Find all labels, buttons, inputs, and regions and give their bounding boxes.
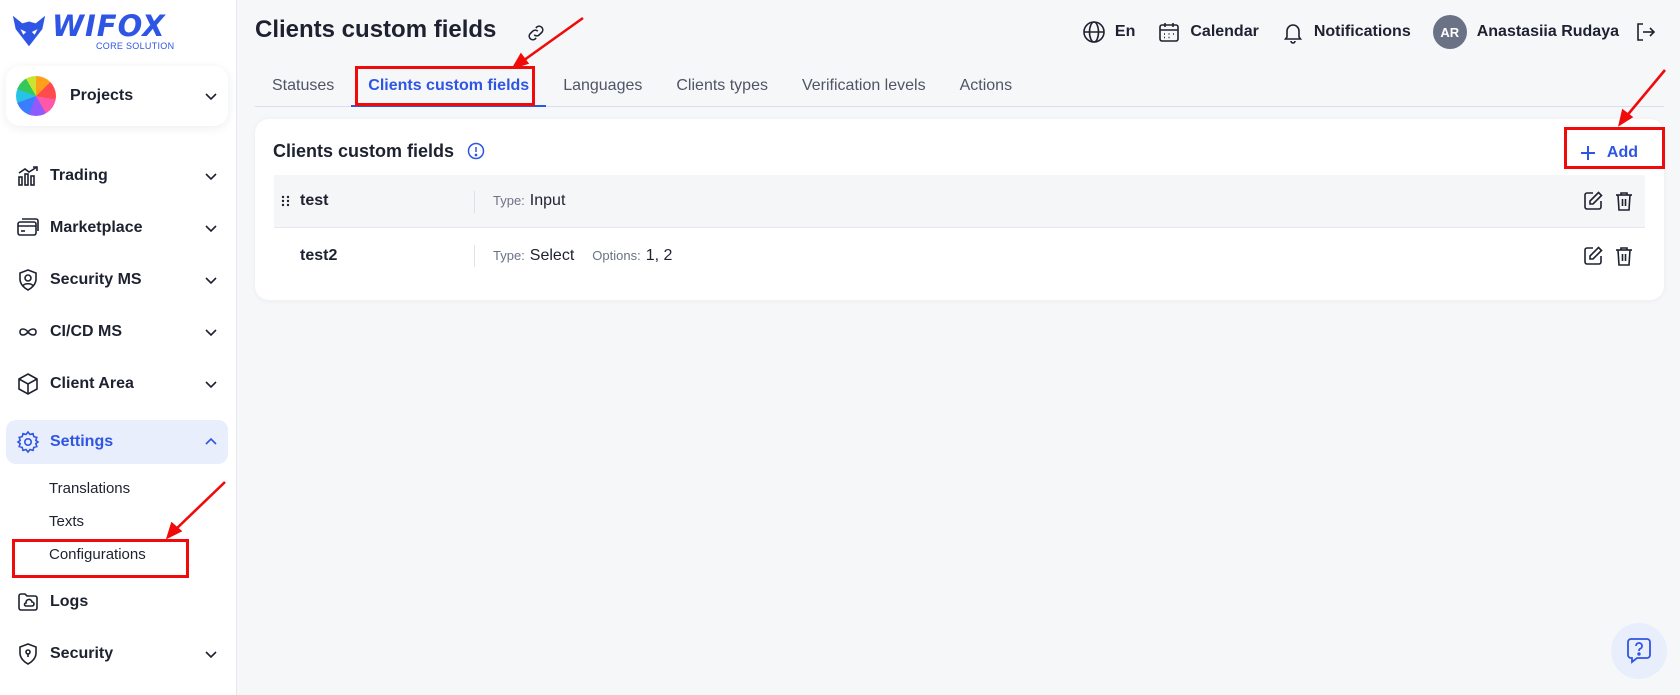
- avatar: AR: [1432, 15, 1467, 49]
- drag-handle-icon[interactable]: [278, 193, 294, 209]
- sidebar-item-marketplace[interactable]: Marketplace: [6, 206, 228, 250]
- tab-languages[interactable]: Languages: [546, 66, 659, 106]
- type-key: Type:: [493, 193, 525, 208]
- add-button[interactable]: Add: [1569, 135, 1648, 171]
- sidebar-item-label: Client Area: [50, 375, 134, 392]
- sidebar: WIFOX CORE SOLUTION Projects Trading Mar…: [0, 0, 237, 695]
- field-name: test2: [300, 246, 338, 264]
- sidebar-item-label: Settings: [50, 433, 114, 450]
- trash-icon[interactable]: [1613, 245, 1635, 267]
- calendar-label: Calendar: [1190, 23, 1259, 40]
- top-bar: En Calendar Notifications AR Anastasiia …: [1060, 14, 1666, 50]
- wifox-logo[interactable]: WIFOX CORE SOLUTION: [10, 12, 174, 51]
- sidebar-item-trading[interactable]: Trading: [6, 154, 228, 198]
- table-row[interactable]: test Type: Input: [274, 175, 1645, 228]
- logout-icon[interactable]: [1633, 20, 1657, 44]
- row-actions: [1573, 190, 1635, 212]
- chevron-up-icon: [205, 437, 217, 445]
- projects-color-wheel-icon: [16, 76, 56, 116]
- notifications-button[interactable]: Notifications: [1281, 20, 1411, 44]
- tab-statuses[interactable]: Statuses: [255, 66, 351, 106]
- settings-tabs: Statuses Clients custom fields Languages…: [255, 66, 1664, 107]
- page-title: Clients custom fields: [255, 16, 497, 43]
- tab-clients-custom-fields[interactable]: Clients custom fields: [351, 66, 547, 107]
- table-row[interactable]: test2 Type: Select Options: 1, 2: [274, 229, 1645, 282]
- settings-sub-configurations[interactable]: Configurations: [49, 546, 146, 563]
- card-stack-icon: [17, 218, 39, 236]
- chevron-down-icon: [205, 381, 217, 389]
- divider: [474, 245, 475, 267]
- logo-subtitle: CORE SOLUTION: [96, 41, 175, 51]
- globe-icon: [1083, 21, 1105, 43]
- options-key: Options:: [592, 247, 641, 263]
- add-button-label: Add: [1606, 144, 1638, 161]
- plus-icon: [1580, 146, 1595, 160]
- settings-sub-translations[interactable]: Translations: [49, 480, 130, 497]
- row-actions: [1573, 245, 1635, 267]
- infinity-loop-icon: [19, 328, 37, 336]
- notifications-label: Notifications: [1313, 23, 1411, 40]
- chevron-down-icon: [205, 225, 217, 233]
- shield-keyhole-icon: [19, 643, 37, 665]
- sidebar-item-settings[interactable]: Settings: [6, 420, 228, 464]
- chevron-down-icon: [205, 277, 217, 285]
- sidebar-item-cicd-ms[interactable]: CI/CD MS: [6, 310, 228, 354]
- user-name: Anastasiia Rudaya: [1476, 23, 1619, 40]
- projects-selector[interactable]: Projects: [6, 66, 228, 126]
- sidebar-item-security[interactable]: Security: [6, 632, 228, 676]
- logo-wordmark: WIFOX: [52, 9, 166, 43]
- tab-verification-levels[interactable]: Verification levels: [785, 66, 943, 106]
- edit-icon[interactable]: [1582, 245, 1604, 267]
- sidebar-item-client-area[interactable]: Client Area: [6, 362, 228, 406]
- edit-icon[interactable]: [1582, 190, 1604, 212]
- sidebar-item-label: Trading: [50, 167, 108, 184]
- field-options: 1, 2: [645, 246, 673, 264]
- card-title: Clients custom fields: [273, 141, 455, 161]
- user-menu[interactable]: AR Anastasiia Rudaya: [1432, 15, 1666, 49]
- sidebar-item-security-ms[interactable]: Security MS: [6, 258, 228, 302]
- sidebar-item-label: Logs: [50, 593, 89, 610]
- type-key: Type:: [493, 247, 525, 263]
- bell-icon: [1283, 24, 1302, 44]
- sidebar-item-label: Security: [50, 645, 114, 662]
- tab-actions[interactable]: Actions: [943, 66, 1029, 106]
- language-label: En: [1114, 23, 1136, 40]
- sidebar-item-label: Marketplace: [50, 219, 143, 236]
- trash-icon[interactable]: [1613, 190, 1635, 212]
- help-chat-icon: [1627, 638, 1651, 664]
- calendar-icon: [1159, 23, 1180, 42]
- field-type: Select: [529, 246, 575, 264]
- chart-growth-icon: [18, 166, 38, 186]
- custom-fields-card: Clients custom fields Add test Type: Inp…: [255, 119, 1664, 300]
- chevron-down-icon: [205, 173, 217, 181]
- divider: [474, 191, 475, 213]
- tab-clients-types[interactable]: Clients types: [659, 66, 785, 106]
- chevron-down-icon: [205, 651, 217, 659]
- chevron-down-icon: [205, 329, 217, 337]
- sidebar-item-label: Security MS: [50, 271, 142, 288]
- info-icon[interactable]: [466, 141, 486, 161]
- language-switcher[interactable]: En: [1082, 20, 1135, 44]
- settings-sub-texts[interactable]: Texts: [49, 513, 84, 530]
- cube-icon: [18, 373, 38, 395]
- calendar-button[interactable]: Calendar: [1157, 20, 1259, 44]
- help-button[interactable]: [1611, 623, 1667, 679]
- user-shield-icon: [19, 269, 37, 291]
- field-meta: Type: Select Options: 1, 2: [493, 247, 672, 265]
- sidebar-item-logs[interactable]: Logs: [6, 580, 228, 624]
- link-icon[interactable]: [525, 22, 547, 44]
- field-type: Input: [529, 192, 566, 209]
- field-meta: Type: Input: [493, 192, 565, 210]
- projects-label: Projects: [70, 87, 134, 104]
- fox-logo-icon: [12, 15, 46, 47]
- sidebar-item-label: CI/CD MS: [50, 323, 122, 340]
- field-name: test: [300, 192, 329, 209]
- chevron-down-icon: [205, 93, 217, 101]
- folder-cloud-icon: [18, 593, 38, 611]
- gear-icon: [16, 430, 40, 454]
